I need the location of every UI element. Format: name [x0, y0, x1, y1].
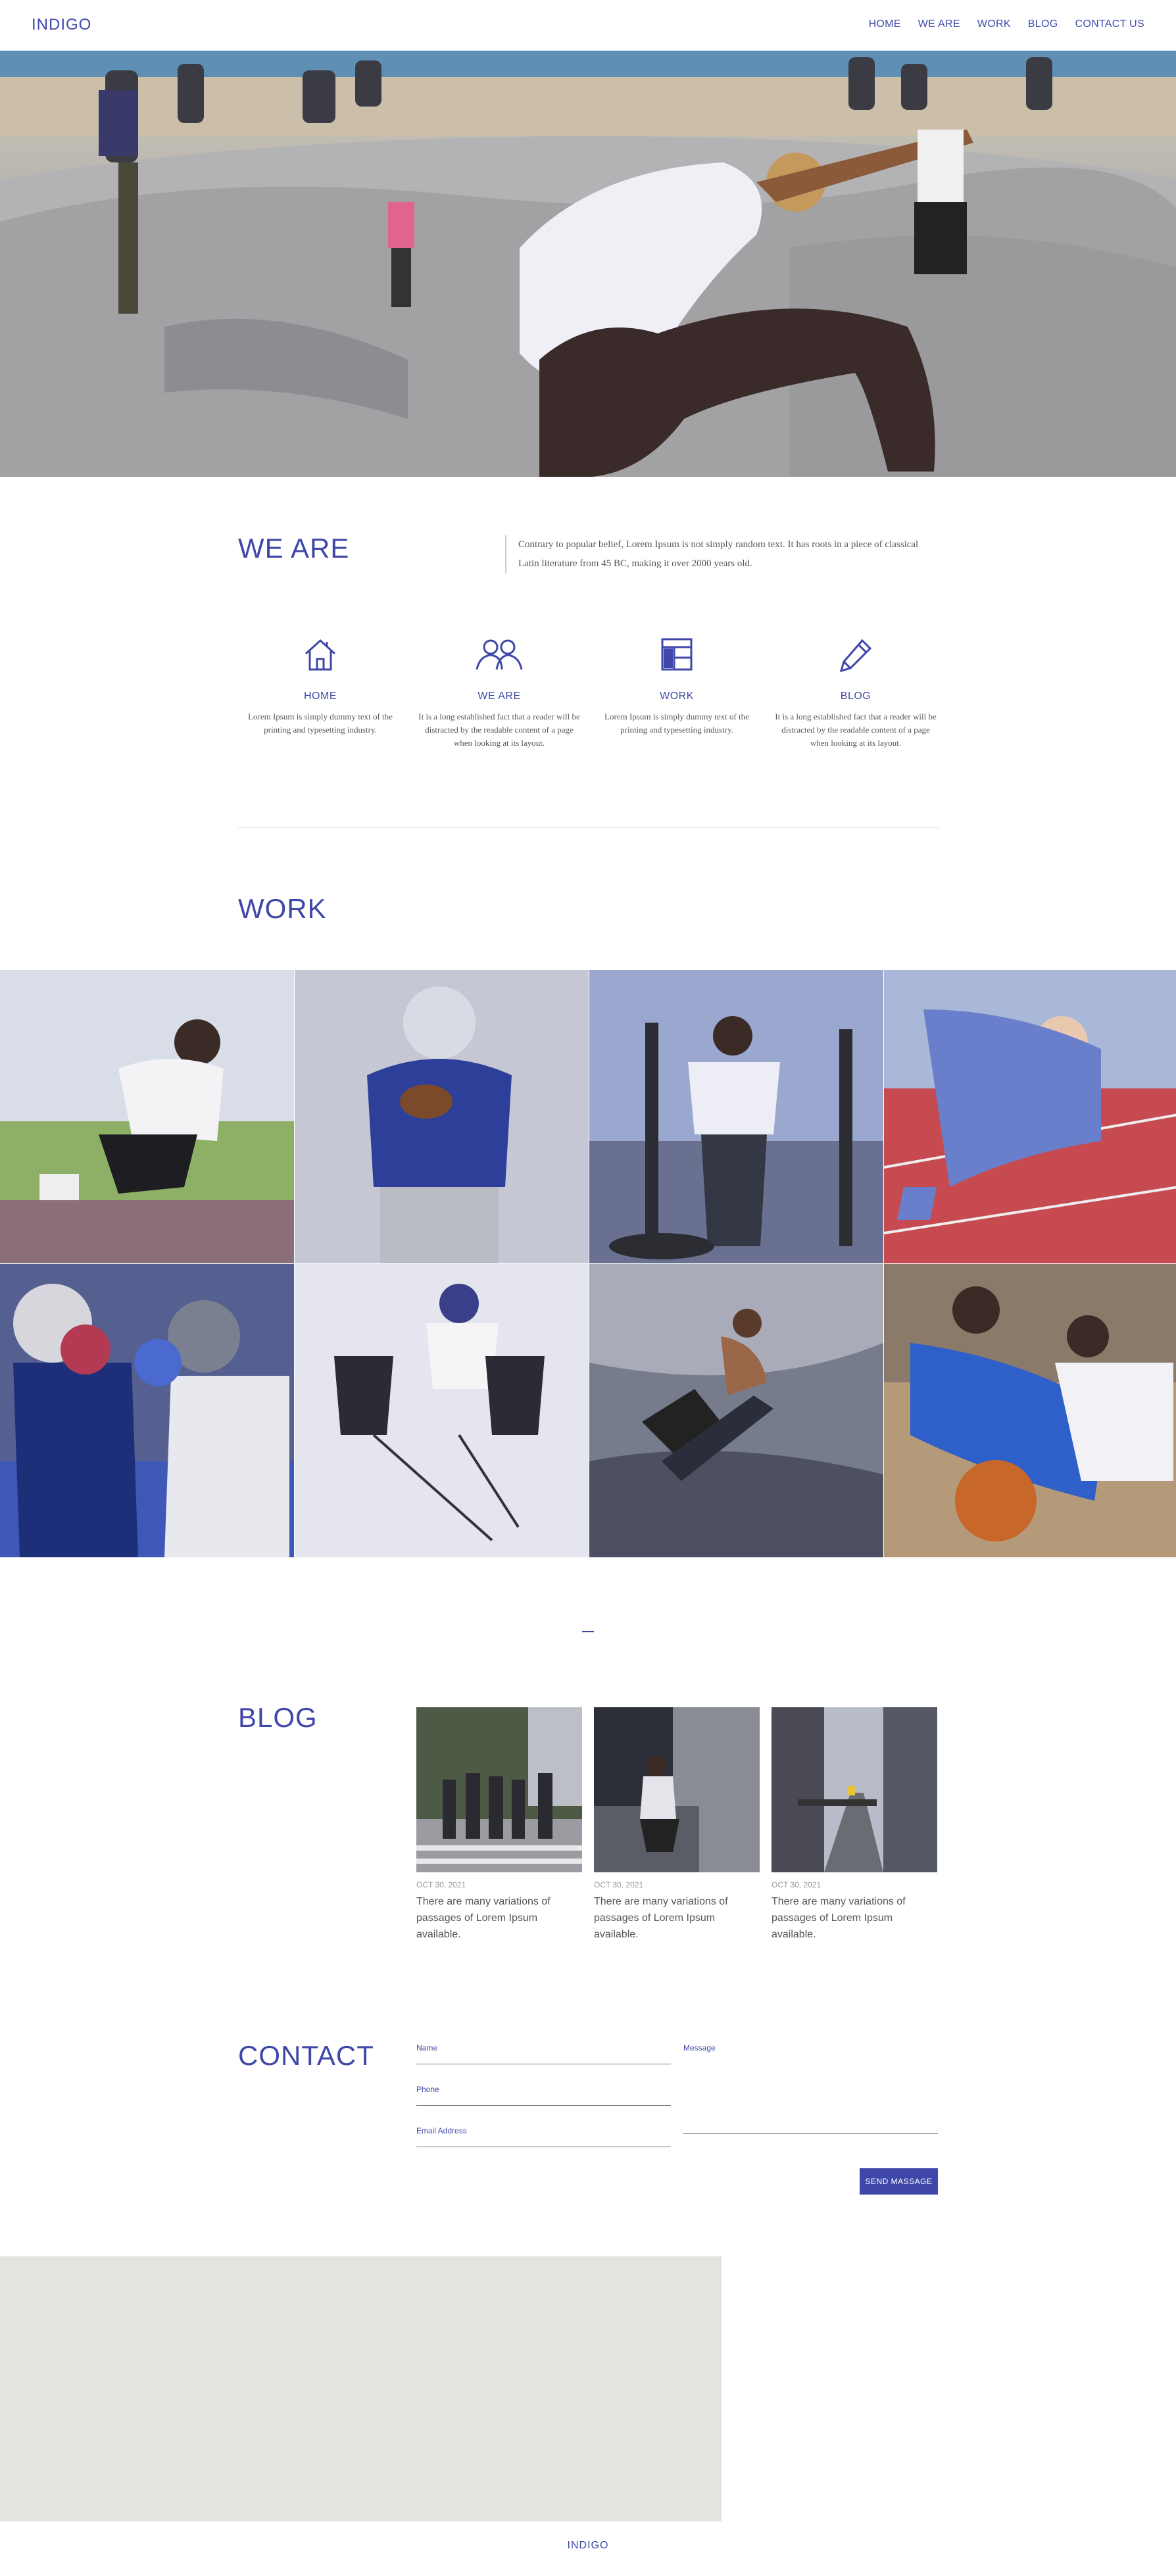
we-are-title: WE ARE	[238, 533, 350, 564]
work-title: WORK	[238, 893, 327, 924]
site-header: INDIGO HOME WE ARE WORK BLOG CONTACT US	[0, 0, 1176, 51]
blog-title: BLOG	[238, 1702, 318, 1733]
gallery-item[interactable]	[884, 970, 1176, 1263]
pencil-icon	[836, 635, 875, 675]
section-divider	[238, 827, 939, 828]
blog-post-image[interactable]	[772, 1707, 937, 1872]
phone-input[interactable]	[416, 2098, 671, 2106]
nav-we-are[interactable]: WE ARE	[918, 18, 960, 30]
work-gallery	[0, 970, 1176, 1557]
email-input[interactable]	[416, 2139, 671, 2147]
logo[interactable]: INDIGO	[32, 16, 91, 34]
message-textarea[interactable]	[683, 2056, 938, 2134]
blog-post-date: OCT 30, 2021	[772, 1880, 821, 1889]
nav-blog[interactable]: BLOG	[1028, 18, 1058, 30]
send-message-button[interactable]: SEND MASSAGE	[860, 2168, 938, 2195]
nav-contact-us[interactable]: CONTACT US	[1075, 18, 1144, 30]
blog-post[interactable]: OCT 30, 2021 There are many variations o…	[772, 1707, 937, 1943]
feature-title: HOME	[304, 691, 337, 702]
name-label: Name	[416, 2043, 438, 2053]
gallery-item[interactable]	[295, 970, 589, 1263]
name-input[interactable]	[416, 2056, 671, 2064]
nav-home[interactable]: HOME	[869, 18, 901, 30]
email-field: Email Address	[416, 2126, 671, 2147]
gallery-item[interactable]	[0, 1264, 294, 1557]
gallery-item[interactable]	[0, 970, 294, 1263]
blog-post-title[interactable]: There are many variations of passages of…	[594, 1893, 760, 1943]
blog-post[interactable]: OCT 30, 2021 There are many variations o…	[594, 1707, 760, 1943]
blog-post-date: OCT 30, 2021	[416, 1880, 466, 1889]
feature-blog: BLOG It is a long established fact that …	[773, 635, 938, 750]
phone-label: Phone	[416, 2085, 439, 2094]
email-label: Email Address	[416, 2126, 467, 2135]
blog-post-image[interactable]	[416, 1707, 582, 1872]
feature-title: WORK	[660, 691, 694, 702]
map-area[interactable]	[0, 2256, 722, 2521]
feature-work: WORK Lorem Ipsum is simply dummy text of…	[595, 635, 759, 737]
blog-post-title[interactable]: There are many variations of passages of…	[416, 1893, 582, 1943]
gallery-item[interactable]	[295, 1264, 589, 1557]
gallery-item[interactable]	[589, 1264, 883, 1557]
feature-text: It is a long established fact that a rea…	[775, 712, 937, 748]
feature-text: Lorem Ipsum is simply dummy text of the …	[604, 712, 749, 735]
layout-icon	[657, 635, 697, 675]
hero-skater-photo	[0, 51, 1176, 477]
feature-we-are: WE ARE It is a long established fact tha…	[417, 635, 581, 750]
nav-work[interactable]: WORK	[977, 18, 1011, 30]
blog-post-title[interactable]: There are many variations of passages of…	[772, 1893, 937, 1943]
message-label: Message	[683, 2043, 716, 2053]
main-nav: HOME WE ARE WORK BLOG CONTACT US	[869, 18, 1144, 30]
blog-post[interactable]: OCT 30, 2021 There are many variations o…	[416, 1707, 582, 1943]
feature-text: Lorem Ipsum is simply dummy text of the …	[248, 712, 393, 735]
feature-title: WE ARE	[478, 691, 521, 702]
hero-image	[0, 51, 1176, 477]
phone-field: Phone	[416, 2085, 671, 2106]
gallery-item[interactable]	[589, 970, 883, 1263]
blog-post-image[interactable]	[594, 1707, 760, 1872]
we-are-text: Contrary to popular belief, Lorem Ipsum …	[505, 535, 939, 573]
home-icon	[301, 635, 340, 675]
section-separator-dash	[582, 1631, 594, 1632]
feature-text: It is a long established fact that a rea…	[418, 712, 580, 748]
name-field: Name	[416, 2043, 671, 2064]
footer-logo[interactable]: INDIGO	[0, 2540, 1176, 2552]
feature-title: BLOG	[840, 691, 871, 702]
people-icon	[476, 635, 523, 675]
feature-home: HOME Lorem Ipsum is simply dummy text of…	[238, 635, 403, 737]
message-field: Message	[683, 2043, 938, 2134]
blog-post-date: OCT 30, 2021	[594, 1880, 644, 1889]
contact-title: CONTACT	[238, 2040, 374, 2071]
gallery-item[interactable]	[884, 1264, 1176, 1557]
